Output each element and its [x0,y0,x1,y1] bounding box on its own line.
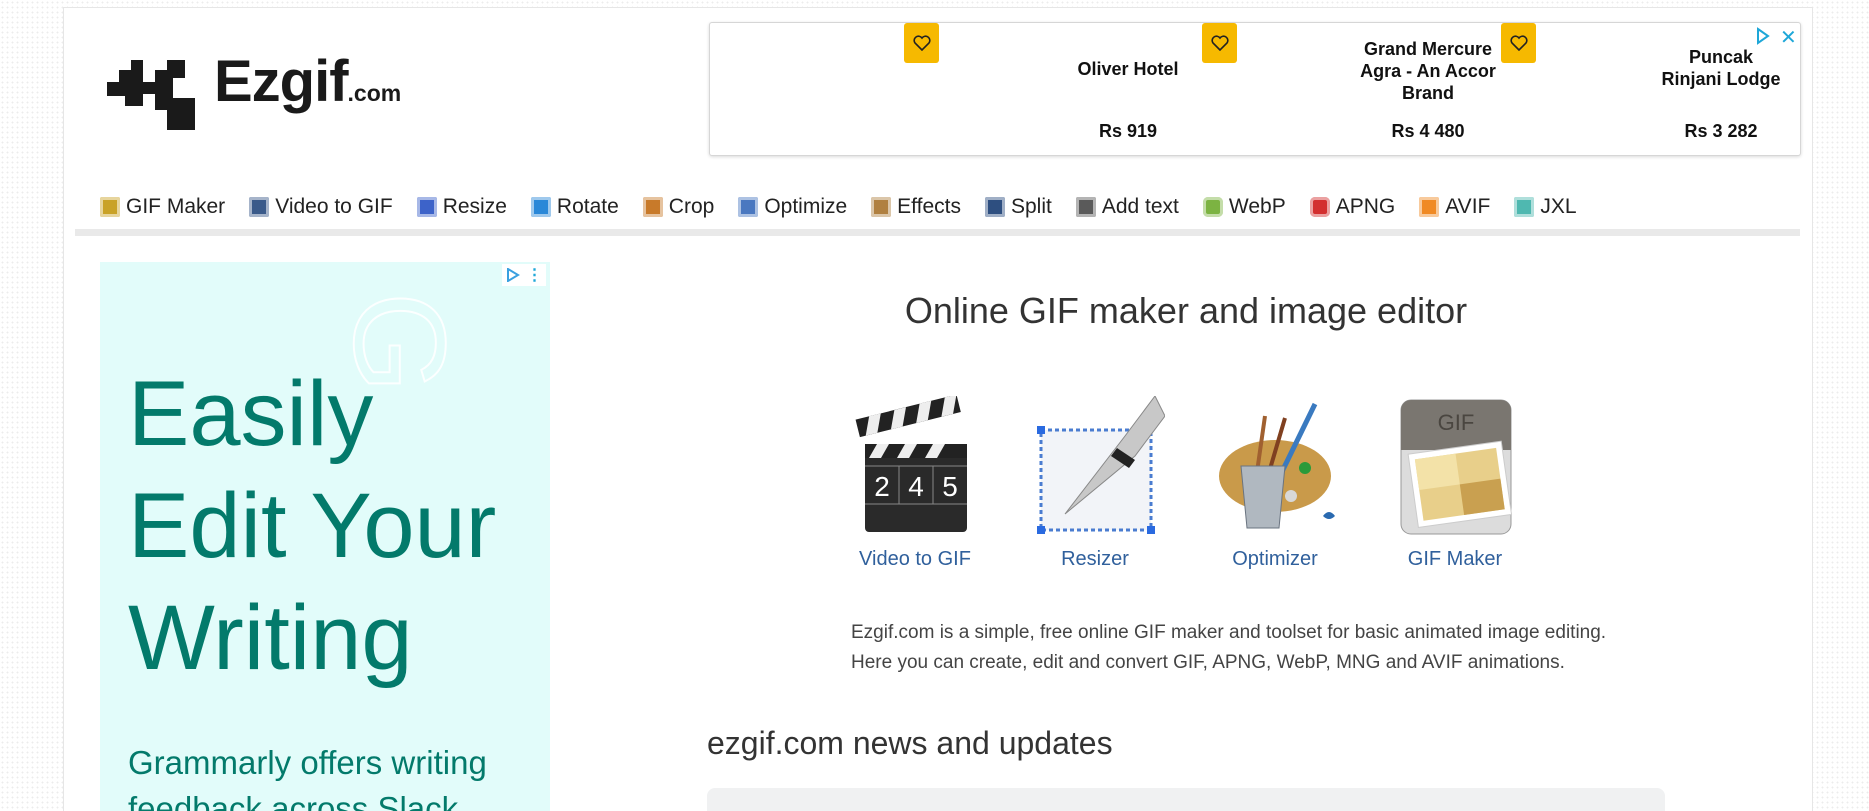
add-text-icon [1075,197,1096,217]
nav-add-text[interactable]: Add text [1075,195,1179,219]
news-box [707,788,1665,811]
crop-icon [642,197,663,217]
webp-icon [1202,197,1223,217]
resize-icon [416,197,437,217]
nav-label: AVIF [1445,195,1491,218]
avif-icon [1419,197,1440,217]
logo-name: Ezgif [214,49,349,114]
logo-suffix: .com [347,80,402,106]
palette-brushes-icon [1219,402,1335,529]
hotel-price: Rs 919 [1098,121,1158,141]
resize-icon [1037,396,1165,534]
rotate-icon [530,197,551,217]
apng-icon [1309,197,1330,217]
nav-effects[interactable]: Effects [871,195,961,219]
effects-icon [871,197,892,217]
nav-label: APNG [1335,195,1396,218]
optimize-icon [738,197,759,217]
svg-text:GIF: GIF [1438,410,1475,435]
svg-text:4: 4 [908,471,924,502]
nav-resize[interactable]: Resize [416,195,507,219]
page-title: Online GIF maker and image editor [904,290,1468,331]
nav-gif-maker[interactable]: GIF Maker [100,195,225,219]
more-options-icon[interactable]: ⋮ [527,265,543,285]
news-heading: ezgif.com news and updates [707,725,1113,761]
tool-label[interactable]: GIF Maker [1370,548,1540,571]
nav-split[interactable]: Split [984,195,1052,219]
nav-label: Split [1010,195,1052,218]
hotel-name[interactable]: Puncak Rinjani Lodge [1661,46,1781,90]
close-ad-icon[interactable]: ✕ [1780,25,1797,50]
adchoices-icon[interactable]: ⋮ [502,264,546,286]
site-description: Ezgif.com is a simple, free online GIF m… [851,622,1607,673]
nav-label: Rotate [556,195,619,218]
split-icon [984,197,1005,217]
nav-label: JXL [1540,195,1577,218]
tool-label[interactable]: Video to GIF [830,548,1000,571]
clapperboard-icon: 2 4 5 [855,396,967,532]
nav-label: Add text [1101,195,1179,218]
svg-text:5: 5 [942,471,958,502]
video-to-gif-icon [249,197,270,217]
ad-subtext: Grammarly offers writing feedback across … [128,744,487,811]
main-nav: GIF Maker Video to GIF Resize Rotate Crop Opt… [100,193,1601,221]
nav-label: Optimize [764,195,848,218]
hotel-price: Rs 4 480 [1391,121,1465,141]
nav-label: WebP [1228,195,1286,218]
tool-label[interactable]: Optimizer [1190,548,1360,571]
gif-file-icon: GIF [1400,399,1513,535]
tool-gif-maker[interactable]: GIF GIF Maker [1370,396,1540,571]
nav-optimize[interactable]: Optimize [738,195,847,219]
hotel-ad-banner[interactable]: Oliver Hotel Grand Mercure Agra - An Acc… [709,22,1801,156]
nav-label: GIF Maker [126,195,226,218]
nav-webp[interactable]: WebP [1202,195,1286,219]
nav-rotate[interactable]: Rotate [530,195,619,219]
nav-avif[interactable]: AVIF [1419,195,1490,219]
ezgif-logo-icon[interactable] [107,60,197,135]
hotel-price: Rs 3 282 [1684,121,1758,141]
ad-headline: Easily Edit Your Writing [128,363,497,689]
jxl-icon [1514,197,1535,217]
tool-video-to-gif[interactable]: 2 4 5 Video to GIF [830,396,1000,571]
svg-text:2: 2 [874,471,890,502]
tool-label[interactable]: Resizer [1010,548,1180,571]
gif-maker-icon [100,197,120,217]
nav-label: Video to GIF [275,195,393,218]
nav-jxl[interactable]: JXL [1514,195,1577,219]
tool-optimizer[interactable]: Optimizer [1190,396,1360,571]
nav-crop[interactable]: Crop [642,195,715,219]
hotel-name[interactable]: Oliver Hotel [1048,58,1208,80]
hotel-name[interactable]: Grand Mercure Agra - An Accor Brand [1348,38,1508,104]
tool-resizer[interactable]: Resizer [1010,396,1180,571]
nav-video-to-gif[interactable]: Video to GIF [249,195,393,219]
nav-label: Crop [668,195,715,218]
heart-icon[interactable] [904,23,939,63]
nav-divider [75,229,1800,236]
adchoices-icon[interactable] [1755,27,1771,50]
heart-icon[interactable] [1202,23,1237,63]
nav-apng[interactable]: APNG [1309,195,1396,219]
nav-label: Effects [897,195,961,218]
nav-label: Resize [442,195,507,218]
ezgif-logo-text[interactable]: Ezgif.com [214,48,401,115]
